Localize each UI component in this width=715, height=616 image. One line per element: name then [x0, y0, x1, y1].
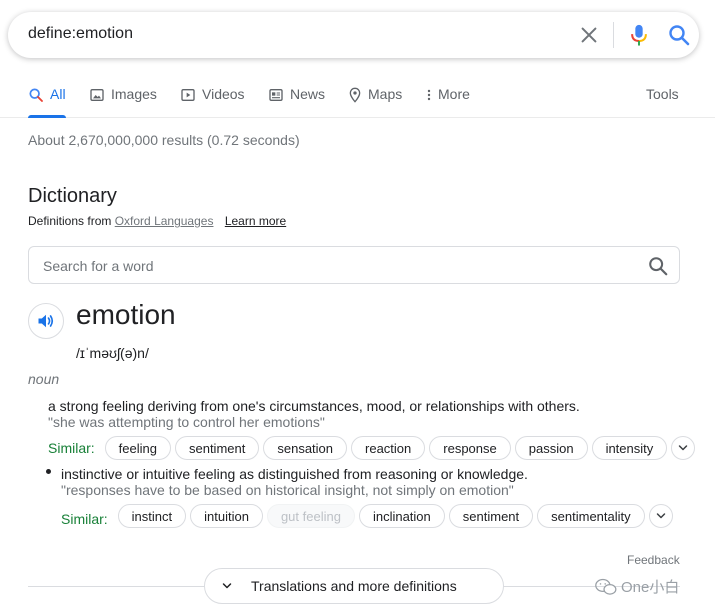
- more-vert-icon: [427, 89, 431, 101]
- tab-videos[interactable]: Videos: [180, 86, 245, 116]
- microphone-icon[interactable]: [628, 23, 650, 47]
- map-pin-icon: [349, 87, 361, 103]
- similar-label: Similar:: [61, 511, 108, 527]
- definitions-from-label: Definitions from: [28, 214, 112, 228]
- dictionary-source-line: Definitions from Oxford Languages Learn …: [28, 214, 286, 228]
- search-icon[interactable]: [667, 23, 691, 47]
- definition-1: a strong feeling deriving from one's cir…: [48, 398, 580, 414]
- word-search-box[interactable]: [28, 246, 680, 284]
- clear-icon[interactable]: [578, 24, 600, 46]
- chevron-down-icon: [222, 583, 232, 589]
- expand-similar-button[interactable]: [671, 436, 696, 460]
- similar-chip[interactable]: intuition: [190, 504, 263, 528]
- example-2: "responses have to be based on historica…: [61, 482, 514, 498]
- part-of-speech: noun: [28, 371, 60, 387]
- oxford-languages-link[interactable]: Oxford Languages: [115, 214, 214, 228]
- feedback-link[interactable]: Feedback: [627, 553, 680, 567]
- tab-all[interactable]: All: [28, 86, 66, 118]
- search-icon: [29, 88, 43, 102]
- headword: emotion: [76, 299, 176, 330]
- tab-news[interactable]: News: [268, 86, 325, 116]
- news-icon: [269, 89, 283, 101]
- similar-chip[interactable]: sentiment: [448, 504, 534, 528]
- result-stats: About 2,670,000,000 results (0.72 second…: [28, 132, 300, 148]
- chevron-down-icon: [679, 445, 688, 451]
- dictionary-title: Dictionary: [28, 185, 117, 207]
- wechat-icon: [595, 578, 617, 595]
- watermark-text: One小白: [621, 579, 680, 596]
- tools-button[interactable]: Tools: [646, 86, 679, 116]
- similar-chip[interactable]: passion: [514, 436, 588, 460]
- speaker-icon: [38, 314, 54, 328]
- search-tabs: All Images Videos News Maps More Tools: [0, 80, 715, 118]
- more-definitions-label: Translations and more definitions: [251, 578, 457, 594]
- pronunciation: /ɪˈməʊʃ(ə)n/: [76, 345, 149, 361]
- similar-chip[interactable]: instinct: [117, 504, 187, 528]
- search-icon[interactable]: [647, 255, 669, 277]
- similar-chip[interactable]: intensity: [591, 436, 668, 460]
- search-divider: [613, 22, 614, 48]
- video-icon: [181, 89, 195, 101]
- image-icon: [90, 89, 104, 101]
- more-definitions-button[interactable]: Translations and more definitions: [204, 568, 504, 604]
- similar-chip[interactable]: feeling: [104, 436, 171, 460]
- similar-row-2: Similar: instinct intuition gut feeling …: [61, 503, 673, 529]
- definition-2: instinctive or intuitive feeling as dist…: [61, 466, 528, 482]
- similar-chip[interactable]: inclination: [358, 504, 445, 528]
- similar-label: Similar:: [48, 440, 95, 456]
- similar-chip[interactable]: sentiment: [174, 436, 260, 460]
- example-1: "she was attempting to control her emoti…: [48, 414, 325, 430]
- similar-chip[interactable]: reaction: [351, 436, 426, 460]
- similar-chip[interactable]: sensation: [263, 436, 348, 460]
- list-bullet: [46, 469, 51, 474]
- learn-more-link[interactable]: Learn more: [225, 214, 286, 228]
- pronunciation-audio-button[interactable]: [28, 303, 64, 339]
- watermark: One小白: [595, 576, 679, 597]
- search-query[interactable]: define:emotion: [28, 25, 133, 43]
- search-bar[interactable]: define:emotion: [8, 12, 699, 58]
- tab-more[interactable]: More: [426, 86, 470, 116]
- tab-maps[interactable]: Maps: [348, 86, 402, 116]
- expand-similar-button[interactable]: [648, 504, 673, 528]
- chevron-down-icon: [656, 513, 665, 519]
- word-search-input[interactable]: [43, 256, 623, 276]
- similar-chip[interactable]: sentimentality: [537, 504, 645, 528]
- tab-images[interactable]: Images: [89, 86, 157, 116]
- similar-chip-disabled: gut feeling: [266, 504, 355, 528]
- similar-row-1: Similar: feeling sentiment sensation rea…: [48, 435, 696, 461]
- similar-chip[interactable]: response: [429, 436, 511, 460]
